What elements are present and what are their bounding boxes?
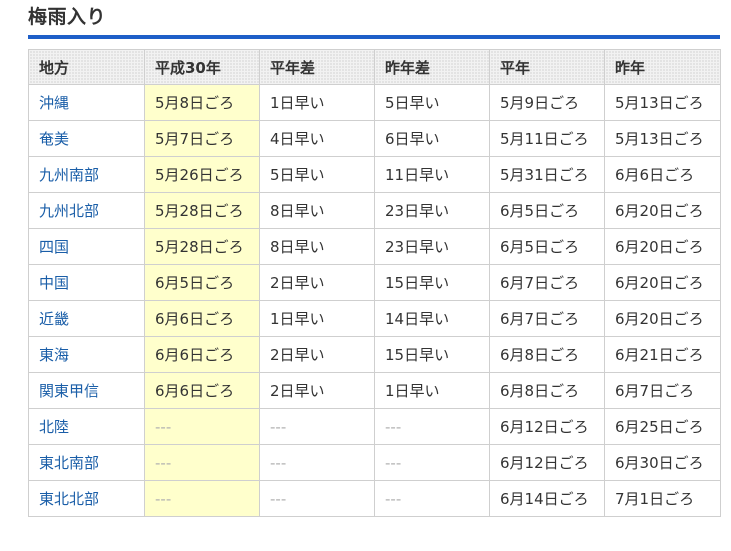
cell-diff-normal: 2日早い bbox=[259, 336, 375, 373]
cell-diff-normal: 2日早い bbox=[259, 372, 375, 409]
title-underline bbox=[28, 35, 720, 39]
table-row: 沖縄 5月8日ごろ 1日早い 5日早い 5月9日ごろ 5月13日ごろ bbox=[28, 84, 721, 121]
header-diff-normal: 平年差 bbox=[259, 49, 375, 85]
cell-diff-normal: 1日早い bbox=[259, 300, 375, 337]
cell-h30: --- bbox=[144, 444, 260, 481]
cell-diff-normal: 8日早い bbox=[259, 228, 375, 265]
cell-normal: 6月5日ごろ bbox=[489, 228, 605, 265]
cell-diff-last: 23日早い bbox=[374, 192, 490, 229]
section-title: 梅雨入り bbox=[28, 6, 107, 28]
table-row: 四国 5月28日ごろ 8日早い 23日早い 6月5日ごろ 6月20日ごろ bbox=[28, 228, 721, 265]
table-header-row: 地方 平成30年 平年差 昨年差 平年 昨年 bbox=[28, 49, 721, 85]
region-link[interactable]: 近畿 bbox=[28, 300, 145, 337]
cell-h30: 6月6日ごろ bbox=[144, 300, 260, 337]
table-row: 中国 6月5日ごろ 2日早い 15日早い 6月7日ごろ 6月20日ごろ bbox=[28, 264, 721, 301]
region-link[interactable]: 九州北部 bbox=[28, 192, 145, 229]
header-last: 昨年 bbox=[604, 49, 721, 85]
cell-diff-last: --- bbox=[374, 408, 490, 445]
cell-diff-normal: 1日早い bbox=[259, 84, 375, 121]
cell-normal: 6月14日ごろ bbox=[489, 480, 605, 517]
table-row: 九州南部 5月26日ごろ 5日早い 11日早い 5月31日ごろ 6月6日ごろ bbox=[28, 156, 721, 193]
cell-last: 6月20日ごろ bbox=[604, 192, 721, 229]
region-link[interactable]: 北陸 bbox=[28, 408, 145, 445]
cell-normal: 5月9日ごろ bbox=[489, 84, 605, 121]
header-normal: 平年 bbox=[489, 49, 605, 85]
table-row: 東北北部 --- --- --- 6月14日ごろ 7月1日ごろ bbox=[28, 480, 721, 517]
cell-diff-last: 6日早い bbox=[374, 120, 490, 157]
cell-diff-normal: 2日早い bbox=[259, 264, 375, 301]
region-link[interactable]: 九州南部 bbox=[28, 156, 145, 193]
cell-normal: 6月8日ごろ bbox=[489, 336, 605, 373]
cell-h30: --- bbox=[144, 480, 260, 517]
cell-diff-normal: --- bbox=[259, 444, 375, 481]
table-row: 近畿 6月6日ごろ 1日早い 14日早い 6月7日ごろ 6月20日ごろ bbox=[28, 300, 721, 337]
cell-h30: 6月6日ごろ bbox=[144, 336, 260, 373]
cell-diff-normal: 8日早い bbox=[259, 192, 375, 229]
cell-last: 6月7日ごろ bbox=[604, 372, 721, 409]
cell-diff-last: 1日早い bbox=[374, 372, 490, 409]
cell-h30: 5月26日ごろ bbox=[144, 156, 260, 193]
region-link[interactable]: 奄美 bbox=[28, 120, 145, 157]
region-link[interactable]: 東北南部 bbox=[28, 444, 145, 481]
cell-diff-last: 23日早い bbox=[374, 228, 490, 265]
region-link[interactable]: 東海 bbox=[28, 336, 145, 373]
cell-last: 6月6日ごろ bbox=[604, 156, 721, 193]
cell-last: 5月13日ごろ bbox=[604, 84, 721, 121]
cell-h30: 5月8日ごろ bbox=[144, 84, 260, 121]
cell-normal: 6月12日ごろ bbox=[489, 444, 605, 481]
table-row: 東海 6月6日ごろ 2日早い 15日早い 6月8日ごろ 6月21日ごろ bbox=[28, 336, 721, 373]
cell-normal: 6月8日ごろ bbox=[489, 372, 605, 409]
cell-diff-last: 15日早い bbox=[374, 264, 490, 301]
cell-diff-normal: --- bbox=[259, 408, 375, 445]
cell-h30: 6月5日ごろ bbox=[144, 264, 260, 301]
table-row: 関東甲信 6月6日ごろ 2日早い 1日早い 6月8日ごろ 6月7日ごろ bbox=[28, 372, 721, 409]
cell-h30: 5月28日ごろ bbox=[144, 228, 260, 265]
cell-diff-normal: --- bbox=[259, 480, 375, 517]
cell-last: 6月21日ごろ bbox=[604, 336, 721, 373]
region-link[interactable]: 中国 bbox=[28, 264, 145, 301]
cell-diff-normal: 5日早い bbox=[259, 156, 375, 193]
cell-diff-last: 15日早い bbox=[374, 336, 490, 373]
table-row: 北陸 --- --- --- 6月12日ごろ 6月25日ごろ bbox=[28, 408, 721, 445]
cell-diff-last: 11日早い bbox=[374, 156, 490, 193]
cell-last: 6月20日ごろ bbox=[604, 300, 721, 337]
cell-h30: 5月28日ごろ bbox=[144, 192, 260, 229]
table-row: 九州北部 5月28日ごろ 8日早い 23日早い 6月5日ごろ 6月20日ごろ bbox=[28, 192, 721, 229]
cell-last: 6月20日ごろ bbox=[604, 264, 721, 301]
cell-normal: 6月7日ごろ bbox=[489, 300, 605, 337]
cell-normal: 6月12日ごろ bbox=[489, 408, 605, 445]
cell-diff-last: 5日早い bbox=[374, 84, 490, 121]
cell-h30: 6月6日ごろ bbox=[144, 372, 260, 409]
cell-normal: 6月5日ごろ bbox=[489, 192, 605, 229]
region-link[interactable]: 四国 bbox=[28, 228, 145, 265]
cell-diff-last: 14日早い bbox=[374, 300, 490, 337]
cell-last: 7月1日ごろ bbox=[604, 480, 721, 517]
table-row: 東北南部 --- --- --- 6月12日ごろ 6月30日ごろ bbox=[28, 444, 721, 481]
cell-last: 6月25日ごろ bbox=[604, 408, 721, 445]
table-body: 沖縄 5月8日ごろ 1日早い 5日早い 5月9日ごろ 5月13日ごろ 奄美 5月7日ごろ 4日早… bbox=[28, 84, 721, 517]
cell-normal: 6月7日ごろ bbox=[489, 264, 605, 301]
table-row: 奄美 5月7日ごろ 4日早い 6日早い 5月11日ごろ 5月13日ごろ bbox=[28, 120, 721, 157]
cell-normal: 5月31日ごろ bbox=[489, 156, 605, 193]
cell-diff-normal: 4日早い bbox=[259, 120, 375, 157]
region-link[interactable]: 関東甲信 bbox=[28, 372, 145, 409]
cell-diff-last: --- bbox=[374, 480, 490, 517]
region-link[interactable]: 沖縄 bbox=[28, 84, 145, 121]
cell-normal: 5月11日ごろ bbox=[489, 120, 605, 157]
cell-diff-last: --- bbox=[374, 444, 490, 481]
header-region: 地方 bbox=[28, 49, 145, 85]
header-diff-last: 昨年差 bbox=[374, 49, 490, 85]
cell-last: 5月13日ごろ bbox=[604, 120, 721, 157]
header-h30: 平成30年 bbox=[144, 49, 260, 85]
rainy-season-table: 地方 平成30年 平年差 昨年差 平年 昨年 沖縄 5月8日ごろ 1日早い 5日早い 5… bbox=[28, 49, 721, 517]
cell-last: 6月20日ごろ bbox=[604, 228, 721, 265]
region-link[interactable]: 東北北部 bbox=[28, 480, 145, 517]
cell-h30: --- bbox=[144, 408, 260, 445]
cell-h30: 5月7日ごろ bbox=[144, 120, 260, 157]
cell-last: 6月30日ごろ bbox=[604, 444, 721, 481]
